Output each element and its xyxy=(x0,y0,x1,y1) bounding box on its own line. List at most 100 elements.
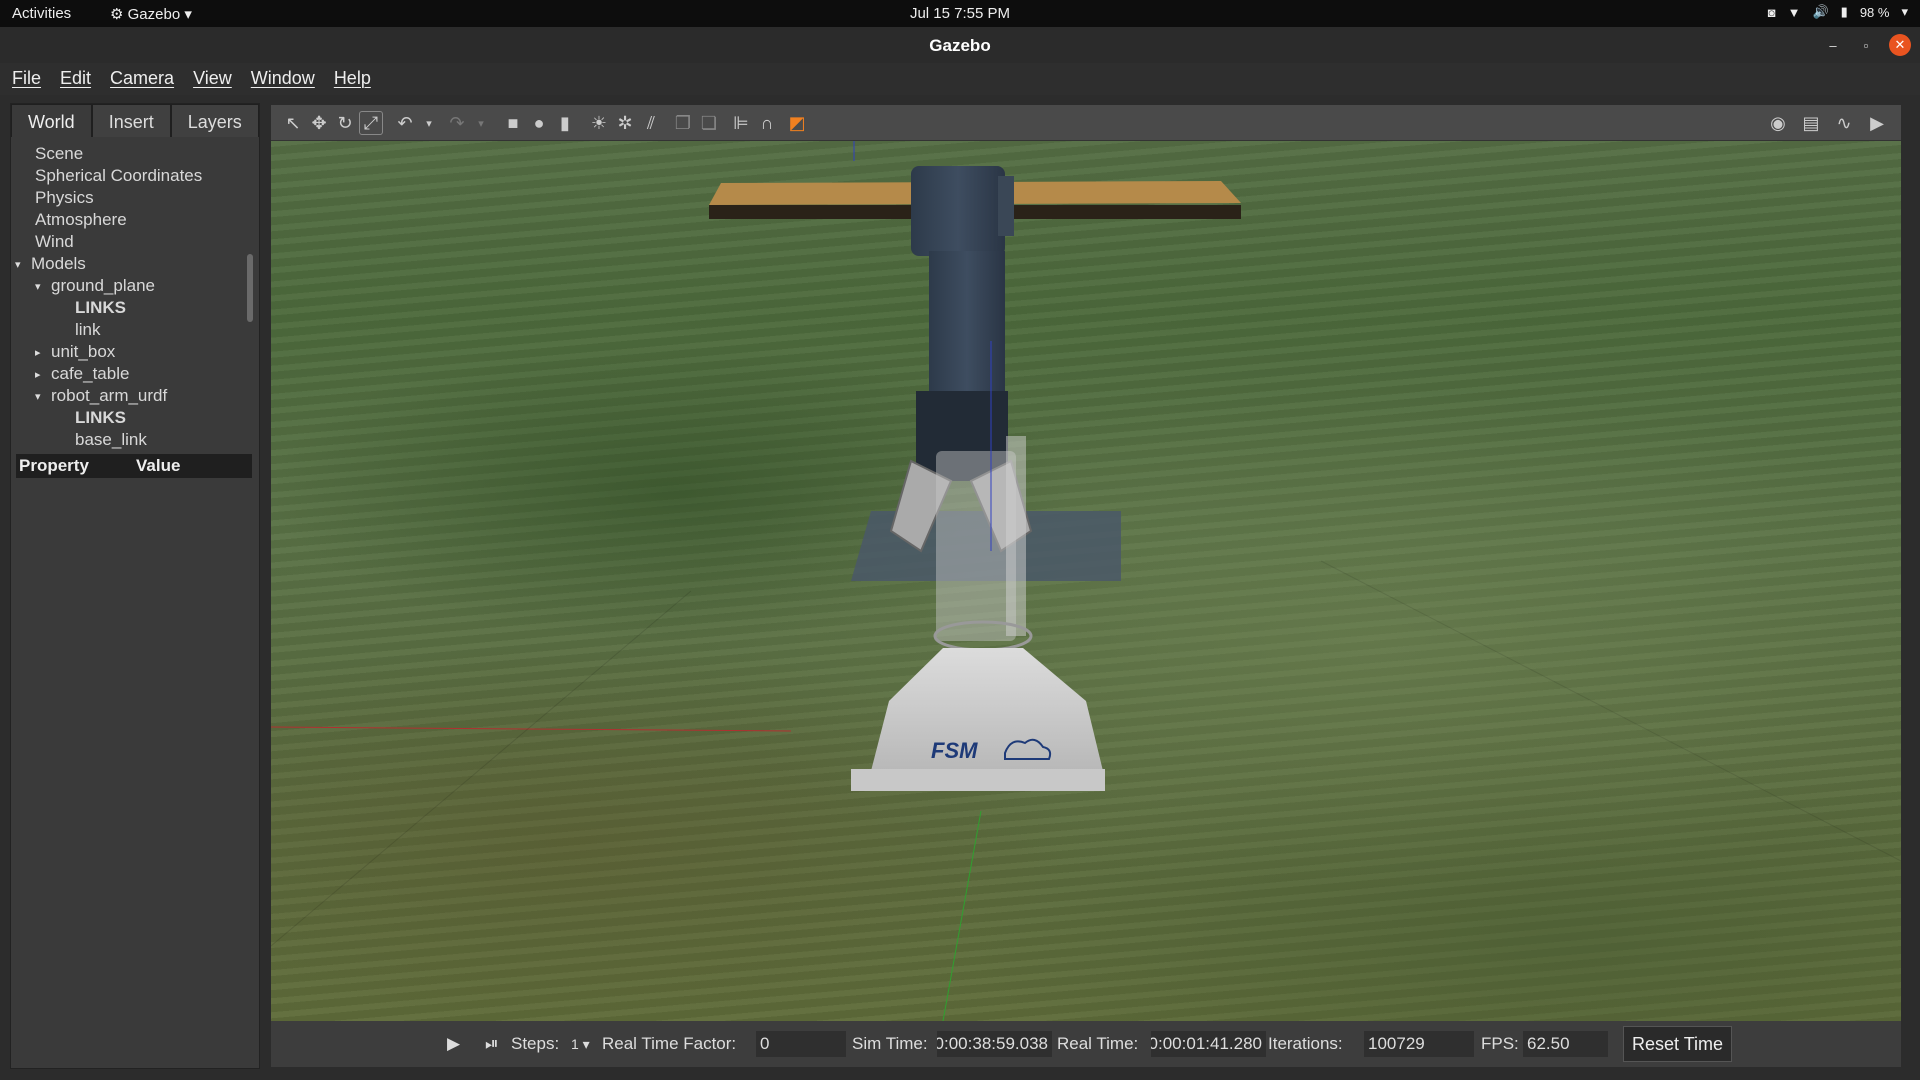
tree-item[interactable]: ▸ unit_box xyxy=(11,341,259,363)
robot-base[interactable] xyxy=(871,648,1103,771)
undo-dropdown-icon[interactable]: ▾ xyxy=(417,111,441,135)
play-icon[interactable]: ▶ xyxy=(447,1034,460,1054)
chevron-down-icon[interactable]: ▾ xyxy=(35,390,47,403)
record-video-icon[interactable]: ▶ xyxy=(1865,111,1889,135)
change-view-icon[interactable]: ◩ xyxy=(785,111,809,135)
tree-item[interactable]: ▸ cafe_table xyxy=(11,363,259,385)
toolbar: ↖ ✥ ↻ ⤢ ↶ ▾ ↷ ▾ ■ ● ▮ ☀ ✲ ⫽ ❐ ❏ ⊫ ∩ ◩ ◉ … xyxy=(271,105,1901,141)
left-panel: World Insert Layers Scene Spherical Coord… xyxy=(10,103,260,1069)
tree-item-label: Scene xyxy=(35,144,84,163)
tree-item-label: ground_plane xyxy=(51,276,155,295)
chevron-down-icon[interactable]: ▾ xyxy=(35,280,47,293)
tree-item-label: robot_arm_urdf xyxy=(51,386,168,405)
tree-item[interactable]: Scene xyxy=(11,143,259,165)
iterations-field: 100729 xyxy=(1364,1031,1474,1057)
tree-item-label: unit_box xyxy=(51,342,116,361)
tab-world[interactable]: World xyxy=(11,104,92,137)
spot-light-icon[interactable]: ✲ xyxy=(613,111,637,135)
maximize-button[interactable]: ▫ xyxy=(1855,34,1877,56)
chevron-down-icon: ▾ xyxy=(1901,4,1908,19)
x-axis-line xyxy=(271,726,792,732)
scale-icon[interactable]: ⤢ xyxy=(359,111,383,135)
tree-item[interactable]: Physics xyxy=(11,187,259,209)
tree-item-label: base_link xyxy=(75,430,147,449)
tree-item-label: Atmosphere xyxy=(35,210,127,229)
menu-view[interactable]: View xyxy=(193,63,242,95)
close-button[interactable]: ✕ xyxy=(1889,34,1911,56)
robot-arm-upper-link[interactable] xyxy=(911,166,1005,256)
scene-viewport[interactable]: FSM xyxy=(271,141,1901,1021)
tree-item[interactable]: base_link xyxy=(11,429,259,451)
sphere-shape-icon[interactable]: ● xyxy=(527,111,551,135)
battery-icon: ▮ xyxy=(1840,4,1848,19)
value-column-header: Value xyxy=(136,456,181,475)
battery-percent: 98 % xyxy=(1859,4,1890,20)
chevron-right-icon[interactable]: ▸ xyxy=(35,368,47,381)
clock[interactable]: Jul 15 7:55 PM xyxy=(0,5,1920,22)
wifi-icon: ▼ xyxy=(1787,4,1801,20)
tree-item-label: Wind xyxy=(35,232,74,251)
real-time-field: 00:00:01:41.280 xyxy=(1151,1031,1266,1057)
chevron-right-icon[interactable]: ▸ xyxy=(35,346,47,359)
tree-item[interactable]: ▾ ground_plane xyxy=(11,275,259,297)
tree-item[interactable]: LINKS xyxy=(11,297,259,319)
volume-icon: 🔊 xyxy=(1812,4,1829,19)
reset-time-button[interactable]: Reset Time xyxy=(1623,1026,1733,1062)
window-title-bar[interactable]: Gazebo – ▫ ✕ xyxy=(0,27,1920,63)
steps-value[interactable]: 1 ▾ xyxy=(571,1036,590,1053)
rtf-field: 0 xyxy=(756,1031,846,1057)
system-top-bar: Activities ⚙ Gazebo ▾ Jul 15 7:55 PM ◙ ▼… xyxy=(0,0,1920,27)
property-column-header: Property xyxy=(19,456,89,475)
select-arrow-icon[interactable]: ↖ xyxy=(281,111,305,135)
cylinder-shape-icon[interactable]: ▮ xyxy=(553,111,577,135)
translate-icon[interactable]: ✥ xyxy=(307,111,331,135)
chevron-down-icon[interactable]: ▾ xyxy=(15,258,27,271)
tree-scrollbar[interactable] xyxy=(247,254,253,322)
sim-time-field: 00:00:38:59.038 xyxy=(937,1031,1052,1057)
status-bar: ▶ ⏯ Steps: 1 ▾ Real Time Factor: 0 Sim T… xyxy=(271,1021,1901,1067)
step-icon[interactable]: ⏯ xyxy=(485,1034,499,1054)
menu-camera[interactable]: Camera xyxy=(110,63,184,95)
tree-item-label: Physics xyxy=(35,188,94,207)
redo-dropdown-icon[interactable]: ▾ xyxy=(469,111,493,135)
tree-item[interactable]: ▾ robot_arm_urdf xyxy=(11,385,259,407)
tree-item[interactable]: Atmosphere xyxy=(11,209,259,231)
menu-window[interactable]: Window xyxy=(251,63,325,95)
world-tree: Scene Spherical Coordinates Physics Atmosph… xyxy=(11,137,259,451)
rotate-icon[interactable]: ↻ xyxy=(333,111,357,135)
scene-render: FSM xyxy=(271,141,1901,1021)
align-icon[interactable]: ⊫ xyxy=(729,111,753,135)
fps-label: FPS: xyxy=(1481,1034,1519,1053)
minimize-button[interactable]: – xyxy=(1822,34,1844,56)
plot-icon[interactable]: ∿ xyxy=(1832,111,1856,135)
tree-item[interactable]: Spherical Coordinates xyxy=(11,165,259,187)
copy-icon[interactable]: ❐ xyxy=(671,111,695,135)
menu-help[interactable]: Help xyxy=(334,63,381,95)
property-table-header: Property Value xyxy=(16,454,252,478)
tree-item[interactable]: link xyxy=(11,319,259,341)
system-tray[interactable]: ◙ ▼ 🔊 ▮ 98 % ▾ xyxy=(1768,4,1908,20)
tree-item-label: Models xyxy=(31,254,86,273)
tree-item[interactable]: ▾ Models xyxy=(11,253,259,275)
box-shape-icon[interactable]: ■ xyxy=(501,111,525,135)
tree-item[interactable]: Wind xyxy=(11,231,259,253)
menu-edit[interactable]: Edit xyxy=(60,63,101,95)
rtf-label: Real Time Factor: xyxy=(602,1034,737,1053)
tree-item[interactable]: LINKS xyxy=(11,407,259,429)
undo-icon[interactable]: ↶ xyxy=(393,111,417,135)
log-icon[interactable]: ▤ xyxy=(1799,111,1823,135)
tree-item-label: Spherical Coordinates xyxy=(35,166,203,185)
tree-item-label: cafe_table xyxy=(51,364,130,383)
directional-light-icon[interactable]: ⫽ xyxy=(639,111,663,135)
tab-insert[interactable]: Insert xyxy=(91,104,171,137)
screenshot-icon[interactable]: ◉ xyxy=(1766,111,1790,135)
real-time-label: Real Time: xyxy=(1057,1034,1139,1053)
discord-icon[interactable]: ◙ xyxy=(1768,5,1776,20)
tab-layers[interactable]: Layers xyxy=(170,104,259,137)
point-light-icon[interactable]: ☀ xyxy=(587,111,611,135)
menu-file[interactable]: File xyxy=(12,63,51,95)
menu-bar: File Edit Camera View Window Help xyxy=(0,63,1920,95)
redo-icon[interactable]: ↷ xyxy=(445,111,469,135)
paste-icon[interactable]: ❏ xyxy=(697,111,721,135)
snap-icon[interactable]: ∩ xyxy=(755,111,779,135)
